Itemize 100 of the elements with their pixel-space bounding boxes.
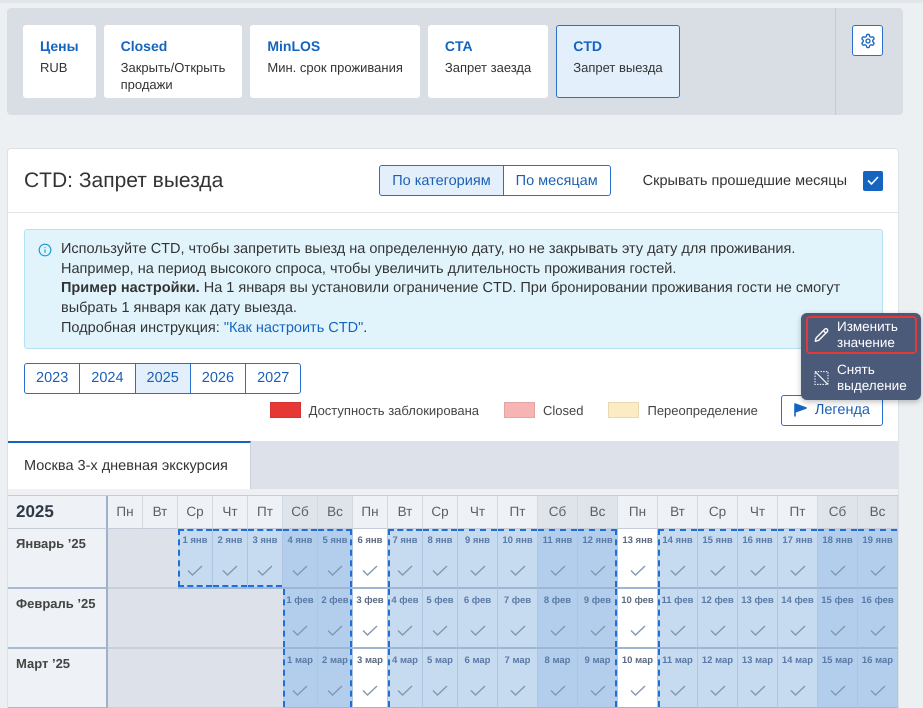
day-cell[interactable]: 8 мар <box>538 648 578 708</box>
day-cell[interactable]: 14 янв <box>658 528 698 589</box>
day-cell[interactable]: 3 мар <box>353 648 388 708</box>
menu-item[interactable]: Снять выделение <box>806 359 917 397</box>
info-icon <box>38 243 52 257</box>
day-cell[interactable]: 11 мар <box>658 648 698 708</box>
day-cell[interactable]: 7 мар <box>498 648 538 708</box>
restriction-tab[interactable]: Цены RUB <box>23 25 96 98</box>
day-cell[interactable]: 12 янв <box>578 528 618 589</box>
day-cell[interactable]: 2 мар <box>318 648 353 708</box>
day-cell[interactable]: 15 янв <box>698 528 738 589</box>
year-button[interactable]: 2023 <box>24 362 80 394</box>
day-cell[interactable]: 4 мар <box>388 648 423 708</box>
weekday-header: Вс <box>318 496 353 529</box>
restriction-tab[interactable]: CTD Запрет выезда <box>556 25 680 98</box>
check-icon <box>867 176 879 185</box>
year-button[interactable]: 2026 <box>190 362 246 394</box>
weekday-header: Сб <box>283 496 318 529</box>
weekday-header: Вс <box>578 496 618 529</box>
weekday-header: Вт <box>658 496 698 529</box>
day-cell[interactable]: 16 мар <box>858 648 898 708</box>
day-cell[interactable]: 3 фев <box>353 588 388 649</box>
day-cell[interactable]: 8 фев <box>538 588 578 649</box>
day-cell[interactable]: 13 мар <box>738 648 778 708</box>
day-cell[interactable]: 16 янв <box>738 528 778 589</box>
day-cell[interactable]: 11 янв <box>538 528 578 589</box>
legend-label: Closed <box>543 402 584 418</box>
restriction-tab[interactable]: MinLOS Мин. срок проживания <box>250 25 420 98</box>
day-cell[interactable]: 10 мар <box>618 648 658 708</box>
weekday-header: Чт <box>213 496 248 529</box>
year-button[interactable]: 2025 <box>134 362 191 394</box>
day-cell[interactable]: 1 фев <box>283 588 318 649</box>
day-cell[interactable]: 7 янв <box>388 528 423 589</box>
weekday-header: Чт <box>738 496 778 529</box>
year-button[interactable]: 2027 <box>245 362 302 394</box>
restriction-tab[interactable]: CTA Запрет заезда <box>428 25 548 98</box>
weekday-header: Ср <box>423 496 458 529</box>
day-cell[interactable]: 5 мар <box>423 648 458 708</box>
flag-icon <box>794 403 807 418</box>
pencil-icon <box>814 325 829 345</box>
weekday-header: Пт <box>498 496 538 529</box>
weekday-header: Чт <box>458 496 498 529</box>
day-cell[interactable]: 6 мар <box>458 648 498 708</box>
day-cell[interactable]: 4 фев <box>388 588 423 649</box>
weekday-header: Вс <box>858 496 898 529</box>
day-cell[interactable]: 12 мар <box>698 648 738 708</box>
month-label: Февраль ’25 <box>8 588 108 649</box>
day-cell[interactable]: 17 янв <box>778 528 818 589</box>
day-cell[interactable]: 2 янв <box>213 528 248 589</box>
page-title: CTD: Запрет выезда <box>24 168 224 192</box>
view-toggle-button[interactable]: По месяцам <box>502 165 611 196</box>
settings-button[interactable] <box>852 25 883 56</box>
day-cell[interactable]: 6 янв <box>353 528 388 589</box>
view-toggle-button[interactable]: По категориям <box>379 165 504 196</box>
day-cell[interactable]: 19 янв <box>858 528 898 589</box>
weekday-header: Пн <box>618 496 658 529</box>
day-cell[interactable]: 1 мар <box>283 648 318 708</box>
day-cell[interactable]: 1 янв <box>178 528 213 589</box>
day-cell[interactable]: 6 фев <box>458 588 498 649</box>
day-cell[interactable]: 5 фев <box>423 588 458 649</box>
day-cell[interactable]: 13 янв <box>618 528 658 589</box>
info-text: Пример настройки. На 1 января вы установили ограничение CTD. При бронировании проживания гости не смогут выбрать 1 января как дату выезда. <box>61 279 842 318</box>
day-cell[interactable]: 9 фев <box>578 588 618 649</box>
day-cell[interactable]: 15 фев <box>818 588 858 649</box>
weekday-header: Пн <box>108 496 143 529</box>
checkbox-label: Скрывать прошедшие месяцы <box>642 172 847 188</box>
day-cell[interactable]: 2 фев <box>318 588 353 649</box>
month-label: Март ’25 <box>8 648 108 708</box>
weekday-header: Вт <box>388 496 423 529</box>
day-cell[interactable]: 7 фев <box>498 588 538 649</box>
day-cell[interactable]: 16 фев <box>858 588 898 649</box>
day-cell[interactable]: 14 мар <box>778 648 818 708</box>
day-cell[interactable]: 18 янв <box>818 528 858 589</box>
day-cell[interactable]: 4 янв <box>283 528 318 589</box>
weekday-header: Ср <box>698 496 738 529</box>
day-cell[interactable]: 13 фев <box>738 588 778 649</box>
instruction-link[interactable]: "Как настроить CTD" <box>224 320 364 336</box>
weekday-header: Сб <box>818 496 858 529</box>
year-label: 2025 <box>8 496 108 529</box>
weekday-header: Пт <box>778 496 818 529</box>
day-cell[interactable]: 15 мар <box>818 648 858 708</box>
month-label: Январь ’25 <box>8 528 108 589</box>
room-tab[interactable]: Москва 3-х дневная экскурсия <box>8 440 251 489</box>
day-cell[interactable]: 10 фев <box>618 588 658 649</box>
day-cell[interactable]: 9 янв <box>458 528 498 589</box>
day-cell[interactable]: 9 мар <box>578 648 618 708</box>
day-cell[interactable]: 8 янв <box>423 528 458 589</box>
day-cell[interactable]: 12 фев <box>698 588 738 649</box>
restriction-tab[interactable]: Closed Закрыть/Открыть продажи <box>104 25 242 98</box>
day-cell[interactable]: 14 фев <box>778 588 818 649</box>
checkbox[interactable] <box>863 170 883 190</box>
year-button[interactable]: 2024 <box>79 362 136 394</box>
day-cell[interactable]: 3 янв <box>248 528 283 589</box>
menu-item[interactable]: Изменить значение <box>806 316 917 354</box>
settings-icon <box>860 32 876 48</box>
weekday-header: Пт <box>248 496 283 529</box>
day-cell[interactable]: 11 фев <box>658 588 698 649</box>
day-cell[interactable]: 5 янв <box>318 528 353 589</box>
day-cell[interactable]: 10 янв <box>498 528 538 589</box>
weekday-header: Вт <box>143 496 178 529</box>
